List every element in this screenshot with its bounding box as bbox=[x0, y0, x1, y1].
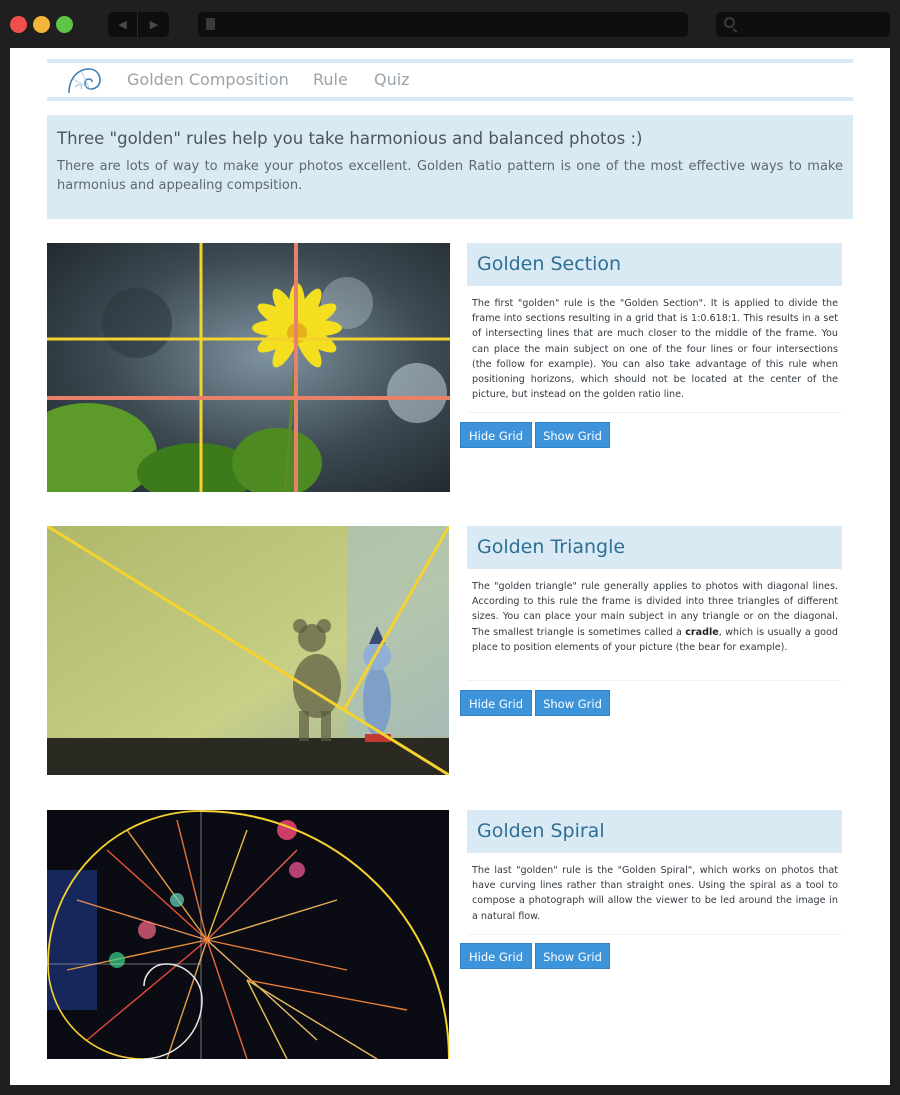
golden-triangle-hide-grid-button[interactable]: Hide Grid bbox=[460, 690, 532, 716]
golden-section-title-panel: Golden Section bbox=[467, 243, 842, 286]
golden-spiral-title-panel: Golden Spiral bbox=[467, 810, 842, 853]
golden-triangle-photo bbox=[47, 526, 449, 775]
browser-window: ◀ ▶ Golden Composition Rule Quiz Three "… bbox=[0, 0, 900, 1095]
address-bar[interactable] bbox=[198, 12, 688, 37]
nav-link-golden-composition[interactable]: Golden Composition bbox=[127, 70, 289, 89]
divider bbox=[467, 934, 842, 935]
golden-spiral-photo bbox=[47, 810, 449, 1059]
web-page: Golden Composition Rule Quiz Three "gold… bbox=[10, 48, 890, 1085]
minimize-window-button[interactable] bbox=[33, 16, 50, 33]
nav-link-quiz[interactable]: Quiz bbox=[374, 70, 410, 89]
nav-link-rule[interactable]: Rule bbox=[313, 70, 348, 89]
golden-triangle-title-panel: Golden Triangle bbox=[467, 526, 842, 569]
maximize-window-button[interactable] bbox=[56, 16, 73, 33]
document-icon bbox=[206, 18, 215, 30]
back-arrow-icon[interactable]: ◀ bbox=[108, 12, 138, 37]
close-window-button[interactable] bbox=[10, 16, 27, 33]
intro-banner: Three "golden" rules help you take harmo… bbox=[47, 115, 853, 219]
browser-search-field[interactable] bbox=[716, 12, 890, 37]
golden-spiral-hide-grid-button[interactable]: Hide Grid bbox=[460, 943, 532, 969]
golden-section-title: Golden Section bbox=[477, 253, 622, 275]
forward-arrow-icon[interactable]: ▶ bbox=[139, 12, 169, 37]
golden-spiral-logo[interactable] bbox=[67, 65, 101, 95]
golden-section-hide-grid-button[interactable]: Hide Grid bbox=[460, 422, 532, 448]
search-icon bbox=[724, 17, 735, 28]
golden-section-photo bbox=[47, 243, 450, 492]
golden-spiral-title: Golden Spiral bbox=[477, 820, 605, 842]
cradle-term: cradle bbox=[685, 626, 719, 638]
golden-spiral-description: The last "golden" rule is the "Golden Sp… bbox=[472, 865, 838, 922]
history-buttons: ◀ ▶ bbox=[108, 12, 169, 37]
divider bbox=[467, 412, 842, 413]
top-navbar: Golden Composition Rule Quiz bbox=[47, 59, 853, 101]
intro-text: There are lots of way to make your photo… bbox=[57, 159, 843, 193]
golden-triangle-show-grid-button[interactable]: Show Grid bbox=[535, 690, 610, 716]
browser-titlebar: ◀ ▶ bbox=[0, 0, 900, 48]
golden-section-description: The first "golden" rule is the "Golden S… bbox=[472, 298, 838, 401]
golden-spiral-show-grid-button[interactable]: Show Grid bbox=[535, 943, 610, 969]
intro-heading: Three "golden" rules help you take harmo… bbox=[57, 129, 643, 148]
golden-section-show-grid-button[interactable]: Show Grid bbox=[535, 422, 610, 448]
divider bbox=[467, 680, 842, 681]
golden-triangle-description: The "golden triangle" rule generally app… bbox=[472, 579, 838, 655]
golden-triangle-title: Golden Triangle bbox=[477, 536, 626, 558]
